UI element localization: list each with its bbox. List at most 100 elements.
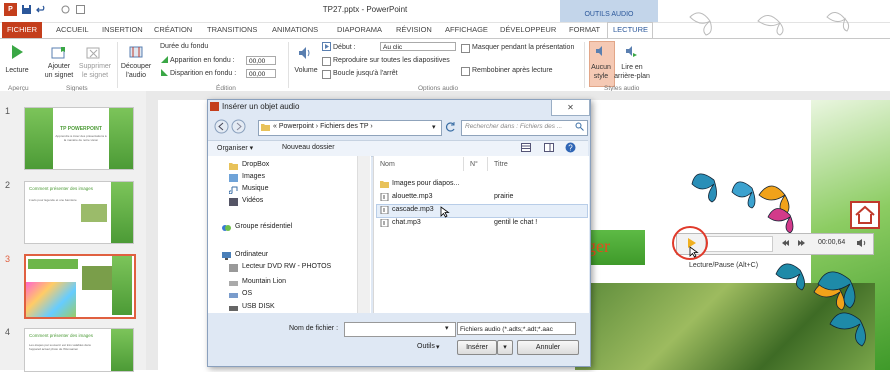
slide-thumbnail-2[interactable]: Comment présenter des images L'avis pour… (24, 181, 134, 244)
tab-format[interactable]: FORMAT (569, 25, 600, 34)
back-icon[interactable] (214, 119, 229, 134)
organize-button[interactable]: Organiser ▾ (217, 144, 253, 152)
slide-thumbnail-3[interactable] (24, 254, 136, 319)
nav-item-images[interactable]: Images (242, 173, 265, 180)
fade-out-input[interactable]: 00,00 (246, 69, 276, 78)
chevron-down-icon[interactable]: ▾ (445, 324, 449, 332)
navigation-scrollbar[interactable] (357, 156, 370, 313)
home-icon[interactable] (850, 201, 880, 229)
filename-input[interactable] (344, 322, 456, 337)
forward-icon[interactable] (797, 238, 807, 248)
insert-button[interactable]: Insérer (457, 340, 497, 355)
play-in-background-icon[interactable] (624, 44, 638, 58)
volume-button[interactable]: Volume (289, 66, 323, 75)
add-bookmark-label-1[interactable]: Ajouter (38, 62, 80, 71)
remove-bookmark-label-2[interactable]: le signet (76, 71, 114, 80)
add-bookmark-label-2[interactable]: un signet (38, 71, 80, 80)
preview-pane-icon[interactable] (544, 143, 554, 152)
tools-button[interactable]: Outils (417, 343, 435, 350)
rewind-checkbox[interactable] (461, 67, 470, 76)
tab-fichier[interactable]: FICHIER (2, 22, 42, 38)
remove-bookmark-label-1[interactable]: Supprimer (76, 62, 114, 71)
view-icon[interactable] (521, 143, 531, 152)
tab-insertion[interactable]: INSERTION (102, 25, 143, 34)
insert-dropdown-button[interactable]: ▾ (497, 340, 513, 355)
lecture-button[interactable]: Lecture (2, 66, 32, 75)
file-row-name[interactable]: cascade.mp3 (392, 206, 434, 213)
forward-nav-icon[interactable] (231, 119, 246, 134)
play-icon[interactable] (10, 44, 24, 60)
rewind-icon[interactable] (780, 238, 790, 248)
folder-icon (380, 181, 389, 188)
redo-icon[interactable] (60, 4, 71, 15)
file-row-name[interactable]: alouette.mp3 (392, 193, 432, 200)
slide-2-subtitle: L'avis pour légende et une bannière (29, 198, 77, 202)
help-icon[interactable]: ? (565, 142, 576, 153)
tab-accueil[interactable]: ACCUEIL (56, 25, 89, 34)
no-style-label-1[interactable]: Aucun (588, 63, 614, 72)
loop-checkbox[interactable] (322, 70, 331, 79)
trim-audio-label-2[interactable]: l'audio (118, 71, 154, 80)
audio-file-icon (380, 219, 389, 227)
cancel-button[interactable]: Annuler (517, 340, 579, 355)
no-style-icon[interactable] (594, 44, 608, 58)
refresh-icon[interactable] (444, 121, 457, 133)
play-in-background-label-2[interactable]: arrière-plan (614, 72, 650, 81)
tab-revision[interactable]: RÉVISION (396, 25, 432, 34)
music-icon (229, 186, 238, 194)
tab-transitions[interactable]: TRANSITIONS (207, 25, 257, 34)
tab-developpeur[interactable]: DÉVELOPPEUR (500, 25, 556, 34)
play-across-slides-checkbox[interactable] (322, 57, 331, 66)
no-style-label-2[interactable]: style (588, 72, 614, 81)
undo-icon[interactable] (36, 4, 47, 15)
close-button[interactable]: ✕ (551, 99, 590, 116)
add-bookmark-icon[interactable] (51, 46, 67, 60)
nav-item-groupe-residentiel[interactable]: Groupe résidentiel (235, 223, 292, 230)
nav-item-musique[interactable]: Musique (242, 185, 268, 192)
remove-bookmark-icon[interactable] (86, 46, 102, 60)
tab-diaporama[interactable]: DIAPORAMA (337, 25, 382, 34)
column-header-num[interactable]: N° (470, 161, 478, 168)
audio-progress-track[interactable] (705, 236, 773, 252)
volume-icon[interactable] (297, 45, 313, 61)
nav-item-usb-disk[interactable]: USB DISK (242, 303, 275, 310)
save-icon[interactable] (21, 4, 32, 15)
trim-audio-label-1[interactable]: Découper (118, 62, 154, 71)
tab-affichage[interactable]: AFFICHAGE (445, 25, 488, 34)
nav-item-dropbox[interactable]: DropBox (242, 161, 269, 168)
nav-item-videos[interactable]: Vidéos (242, 197, 263, 204)
slide-number: 4 (5, 327, 11, 337)
start-slideshow-icon[interactable] (75, 4, 86, 15)
drive-icon (229, 281, 238, 286)
start-select[interactable]: Au clic (380, 42, 456, 51)
play-across-slides-label: Reproduire sur toutes les diapositives (333, 57, 450, 64)
column-header-nom[interactable]: Nom (380, 161, 395, 168)
trim-audio-icon[interactable] (128, 44, 144, 60)
file-row-name[interactable]: chat.mp3 (392, 219, 421, 226)
slide-4-title: Comment présenter des images (29, 333, 94, 338)
column-header-titre[interactable]: Titre (494, 161, 508, 168)
slide-thumbnail-4[interactable]: Comment présenter des images Les étapes … (24, 328, 134, 372)
usb-drive-icon (229, 306, 238, 311)
speaker-icon[interactable] (856, 238, 867, 248)
nav-item-os[interactable]: OS (242, 290, 252, 297)
search-icon[interactable] (575, 122, 584, 131)
slide-thumbnail-1[interactable]: TP POWERPOINT Apprendre à créer des prés… (24, 107, 134, 170)
nav-item-ordinateur[interactable]: Ordinateur (235, 251, 268, 258)
file-row-name[interactable]: Images pour diapos... (392, 180, 459, 187)
images-icon (229, 174, 238, 182)
tab-creation[interactable]: CRÉATION (154, 25, 192, 34)
slide-number: 1 (5, 106, 11, 116)
chevron-down-icon[interactable]: ▾ (436, 343, 440, 351)
new-folder-button[interactable]: Nouveau dossier (282, 144, 335, 151)
play-in-background-label-1[interactable]: Lire en (614, 63, 650, 72)
tab-lecture[interactable]: LECTURE (613, 25, 648, 34)
tab-animations[interactable]: ANIMATIONS (272, 25, 318, 34)
filetype-select[interactable]: Fichiers audio (*.adts;*.adt;*.aac (457, 322, 576, 335)
hide-during-show-checkbox[interactable] (461, 44, 470, 53)
chevron-down-icon[interactable]: ▾ (432, 123, 436, 131)
fade-in-input[interactable]: 00,00 (246, 56, 276, 65)
nav-item-mountain-lion[interactable]: Mountain Lion (242, 278, 286, 285)
context-tab-title: OUTILS AUDIO (584, 11, 634, 18)
nav-item-lecteur-dvd[interactable]: Lecteur DVD RW - PHOTOS (242, 263, 331, 270)
